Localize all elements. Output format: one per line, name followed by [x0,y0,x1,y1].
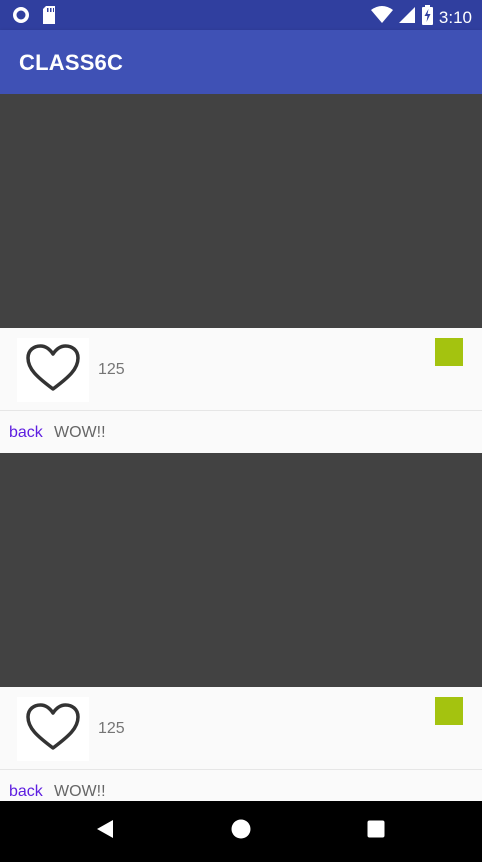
sd-card-icon [42,6,56,29]
heart-icon [25,702,81,757]
status-time: 3:10 [438,7,472,27]
post-caption: WOW!! [54,783,106,800]
post-caption-row: back WOW!! [0,770,482,801]
like-button[interactable] [17,338,89,402]
back-link[interactable]: back [9,783,43,801]
status-bar: 3:10 [0,0,482,30]
post-image[interactable] [0,453,482,687]
like-button[interactable] [17,697,89,761]
like-count: 125 [98,361,125,378]
status-badge [435,697,463,725]
nav-home-button[interactable] [228,818,254,844]
circle-notification-icon [12,6,30,29]
wifi-icon [370,6,393,29]
heart-icon [25,343,81,398]
navigation-bar [0,801,482,862]
recents-icon [367,820,385,843]
post-image[interactable] [0,94,482,328]
nav-recents-button[interactable] [363,818,389,844]
status-badge [435,338,463,366]
post-actions: 125 [0,328,482,410]
feed-list[interactable]: 125 back WOW!! 125 back WOW!! [0,94,482,801]
battery-charging-icon [421,5,433,30]
cell-signal-icon [398,6,416,29]
like-count: 125 [98,720,125,737]
post-caption-row: back WOW!! [0,411,482,453]
post-caption: WOW!! [54,424,106,441]
back-link[interactable]: back [9,424,43,442]
app-title: CLASS6C [19,50,124,75]
nav-back-button[interactable] [92,818,118,844]
back-icon [96,819,114,844]
app-bar: CLASS6C [0,30,482,94]
post-actions: 125 [0,687,482,769]
home-icon [231,819,251,844]
